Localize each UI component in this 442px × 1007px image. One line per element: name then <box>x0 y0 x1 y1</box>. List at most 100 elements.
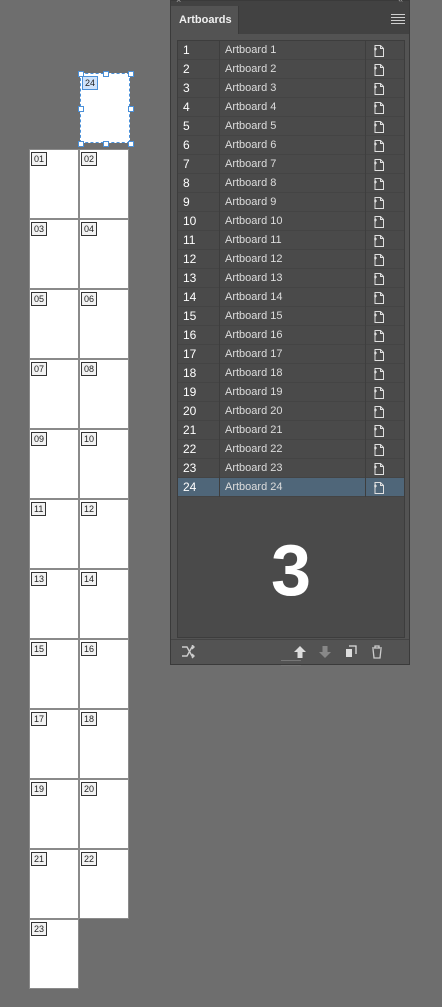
artboard-thumb-24[interactable]: 24 <box>78 71 134 147</box>
artboard-row-name[interactable]: Artboard 17 <box>219 345 366 364</box>
artboard-row-name[interactable]: Artboard 21 <box>219 421 366 440</box>
artboard-row[interactable]: 13 Artboard 13 <box>178 269 404 288</box>
artboard-thumb-18[interactable]: 18 <box>79 709 129 779</box>
artboard-row-name[interactable]: Artboard 8 <box>219 174 366 193</box>
artboard-row[interactable]: 20 Artboard 20 <box>178 402 404 421</box>
artboard-row-name[interactable]: Artboard 24 <box>219 478 366 497</box>
artboard-row[interactable]: 24 Artboard 24 <box>178 478 404 497</box>
artboard-row-name[interactable]: Artboard 6 <box>219 136 366 155</box>
artboard-thumb-07[interactable]: 07 <box>29 359 79 429</box>
artboard-options-icon[interactable] <box>374 329 384 342</box>
new-artboard-icon[interactable] <box>344 645 358 659</box>
move-down-icon[interactable] <box>318 645 332 659</box>
artboard-thumb-02[interactable]: 02 <box>79 149 129 219</box>
artboard-thumb-15[interactable]: 15 <box>29 639 79 709</box>
artboard-row-name[interactable]: Artboard 1 <box>219 41 366 60</box>
artboard-options-icon[interactable] <box>374 177 384 190</box>
artboard-options-icon[interactable] <box>374 481 384 494</box>
artboard-row[interactable]: 21 Artboard 21 <box>178 421 404 440</box>
artboard-row[interactable]: 3 Artboard 3 <box>178 79 404 98</box>
artboard-row-name[interactable]: Artboard 3 <box>219 79 366 98</box>
artboard-row-name[interactable]: Artboard 7 <box>219 155 366 174</box>
artboard-row[interactable]: 18 Artboard 18 <box>178 364 404 383</box>
artboard-row[interactable]: 19 Artboard 19 <box>178 383 404 402</box>
artboard-row-name[interactable]: Artboard 18 <box>219 364 366 383</box>
selection-handle[interactable] <box>128 141 134 147</box>
artboard-row[interactable]: 15 Artboard 15 <box>178 307 404 326</box>
artboard-options-icon[interactable] <box>374 139 384 152</box>
artboard-row-name[interactable]: Artboard 12 <box>219 250 366 269</box>
artboard-row[interactable]: 8 Artboard 8 <box>178 174 404 193</box>
artboard-thumb-17[interactable]: 17 <box>29 709 79 779</box>
artboard-row-name[interactable]: Artboard 11 <box>219 231 366 250</box>
artboard-row[interactable]: 14 Artboard 14 <box>178 288 404 307</box>
artboard-options-icon[interactable] <box>374 63 384 76</box>
artboard-options-icon[interactable] <box>374 405 384 418</box>
artboard-thumb-14[interactable]: 14 <box>79 569 129 639</box>
artboard-row[interactable]: 17 Artboard 17 <box>178 345 404 364</box>
selection-handle[interactable] <box>103 71 109 77</box>
panel-menu-icon[interactable] <box>391 12 405 26</box>
artboard-thumb-11[interactable]: 11 <box>29 499 79 569</box>
artboard-row[interactable]: 22 Artboard 22 <box>178 440 404 459</box>
artboard-row-name[interactable]: Artboard 22 <box>219 440 366 459</box>
artboard-options-icon[interactable] <box>374 291 384 304</box>
selection-handle[interactable] <box>128 106 134 112</box>
resize-grip[interactable] <box>281 660 301 666</box>
close-icon[interactable]: × <box>176 0 181 5</box>
artboard-options-icon[interactable] <box>374 120 384 133</box>
artboard-thumb-20[interactable]: 20 <box>79 779 129 849</box>
artboard-row-name[interactable]: Artboard 10 <box>219 212 366 231</box>
artboard-thumb-22[interactable]: 22 <box>79 849 129 919</box>
selection-handle[interactable] <box>128 71 134 77</box>
artboard-options-icon[interactable] <box>374 101 384 114</box>
artboard-row[interactable]: 6 Artboard 6 <box>178 136 404 155</box>
artboard-options-icon[interactable] <box>374 386 384 399</box>
artboard-row[interactable]: 9 Artboard 9 <box>178 193 404 212</box>
artboard-row[interactable]: 11 Artboard 11 <box>178 231 404 250</box>
artboard-row[interactable]: 1 Artboard 1 <box>178 41 404 60</box>
artboard-row-name[interactable]: Artboard 4 <box>219 98 366 117</box>
artboard-row-name[interactable]: Artboard 2 <box>219 60 366 79</box>
artboard-thumb-01[interactable]: 01 <box>29 149 79 219</box>
artboard-options-icon[interactable] <box>374 443 384 456</box>
delete-icon[interactable] <box>370 645 384 659</box>
artboard-options-icon[interactable] <box>374 44 384 57</box>
artboard-thumb-04[interactable]: 04 <box>79 219 129 289</box>
artboard-thumb-12[interactable]: 12 <box>79 499 129 569</box>
rearrange-icon[interactable] <box>181 644 195 659</box>
tab-artboards[interactable]: Artboards <box>171 6 239 34</box>
artboard-thumb-13[interactable]: 13 <box>29 569 79 639</box>
artboard-row[interactable]: 12 Artboard 12 <box>178 250 404 269</box>
artboard-row[interactable]: 23 Artboard 23 <box>178 459 404 478</box>
artboard-thumb-21[interactable]: 21 <box>29 849 79 919</box>
artboard-row-name[interactable]: Artboard 23 <box>219 459 366 478</box>
artboard-row[interactable]: 10 Artboard 10 <box>178 212 404 231</box>
selection-handle[interactable] <box>78 141 84 147</box>
selection-handle[interactable] <box>78 71 84 77</box>
artboard-row[interactable]: 5 Artboard 5 <box>178 117 404 136</box>
artboard-thumb-08[interactable]: 08 <box>79 359 129 429</box>
artboard-thumb-23[interactable]: 23 <box>29 919 79 989</box>
artboard-options-icon[interactable] <box>374 215 384 228</box>
artboard-options-icon[interactable] <box>374 196 384 209</box>
artboard-row-name[interactable]: Artboard 20 <box>219 402 366 421</box>
move-up-icon[interactable] <box>293 645 307 659</box>
artboard-row-name[interactable]: Artboard 19 <box>219 383 366 402</box>
artboard-thumb-06[interactable]: 06 <box>79 289 129 359</box>
artboard-row[interactable]: 7 Artboard 7 <box>178 155 404 174</box>
collapse-icon[interactable]: « <box>398 0 403 4</box>
artboard-options-icon[interactable] <box>374 424 384 437</box>
artboard-options-icon[interactable] <box>374 310 384 323</box>
artboard-thumb-16[interactable]: 16 <box>79 639 129 709</box>
selection-handle[interactable] <box>78 106 84 112</box>
artboard-row-name[interactable]: Artboard 16 <box>219 326 366 345</box>
artboard-row[interactable]: 16 Artboard 16 <box>178 326 404 345</box>
artboard-row-name[interactable]: Artboard 13 <box>219 269 366 288</box>
artboard-row-name[interactable]: Artboard 14 <box>219 288 366 307</box>
artboard-thumb-09[interactable]: 09 <box>29 429 79 499</box>
artboard-thumb-05[interactable]: 05 <box>29 289 79 359</box>
artboard-options-icon[interactable] <box>374 272 384 285</box>
artboard-options-icon[interactable] <box>374 253 384 266</box>
artboard-row[interactable]: 2 Artboard 2 <box>178 60 404 79</box>
